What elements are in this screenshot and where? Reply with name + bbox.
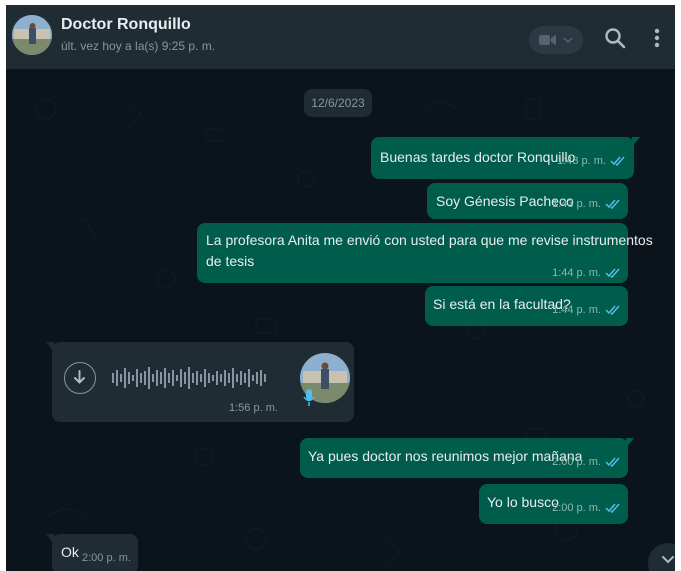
- outgoing-message[interactable]: La profesora Anita me envió con usted pa…: [197, 223, 653, 283]
- video-call-button[interactable]: [529, 26, 583, 54]
- read-receipt-icon: [605, 305, 620, 315]
- message-time: 2:00 p. m.: [82, 552, 131, 564]
- read-receipt-icon: [610, 156, 625, 166]
- search-icon: [605, 28, 626, 49]
- outgoing-message[interactable]: Yo lo busco 2:00 p. m.: [479, 484, 628, 524]
- bubble-tail: [46, 342, 54, 352]
- read-receipt-icon: [605, 457, 620, 467]
- menu-button[interactable]: [649, 25, 665, 51]
- download-voice-button[interactable]: [64, 362, 96, 394]
- message-meta: 1:44 p. m.: [552, 304, 621, 316]
- last-seen-status: últ. vez hoy a la(s) 9:25 p. m.: [61, 39, 216, 53]
- message-time: 1:44 p. m.: [552, 267, 601, 279]
- outgoing-message[interactable]: Ya pues doctor nos reunimos mejor mañana…: [300, 438, 634, 478]
- message-text: Buenas tardes doctor Ronquillo: [380, 149, 576, 165]
- read-receipt-icon: [605, 268, 620, 278]
- chat-header: Doctor Ronquillo últ. vez hoy a la(s) 9:…: [6, 5, 675, 69]
- message-time: 2:00 p. m.: [552, 502, 601, 514]
- message-time: 1:43 p. m.: [557, 155, 606, 167]
- message-time: 2:00 p. m.: [552, 456, 601, 468]
- message-text: Ok: [61, 544, 79, 560]
- message-text-line-1: La profesora Anita me envió con usted pa…: [206, 232, 653, 248]
- outgoing-message[interactable]: Buenas tardes doctor Ronquillo 1:43 p. m…: [371, 137, 640, 179]
- message-text-line-2: de tesis: [206, 253, 255, 269]
- message-time: 1:43 p. m.: [552, 198, 601, 210]
- incoming-message[interactable]: Ok 2:00 p. m.: [46, 534, 138, 571]
- menu-dots-icon: [654, 28, 660, 48]
- message-list[interactable]: 12/6/2023 Buenas tardes doctor Ronquillo…: [6, 69, 675, 571]
- bubble-tail: [632, 137, 640, 147]
- incoming-voice-message[interactable]: 1:56 p. m.: [46, 342, 354, 422]
- contact-name[interactable]: Doctor Ronquillo: [61, 16, 191, 34]
- download-icon: [74, 370, 85, 384]
- bubble-tail: [626, 438, 634, 448]
- message-meta: 1:43 p. m.: [552, 198, 621, 210]
- message-text: Yo lo busco: [487, 494, 559, 510]
- message-text: Ya pues doctor nos reunimos mejor mañana: [308, 448, 583, 464]
- video-call-icon: [539, 35, 556, 45]
- message-text: Si está en la facultad?: [433, 296, 571, 312]
- whatsapp-chat-window: Doctor Ronquillo últ. vez hoy a la(s) 9:…: [6, 5, 675, 571]
- search-button[interactable]: [602, 25, 628, 51]
- read-receipt-icon: [605, 503, 620, 513]
- outgoing-message[interactable]: Si está en la facultad? 1:44 p. m.: [425, 286, 628, 326]
- message-time: 1:56 p. m.: [229, 402, 278, 414]
- chevron-down-icon: [563, 37, 573, 43]
- voice-waveform[interactable]: [112, 364, 282, 392]
- message-time: 1:44 p. m.: [552, 304, 601, 316]
- message-meta: 1:44 p. m.: [552, 267, 621, 279]
- bubble-tail: [46, 534, 54, 544]
- microphone-icon: [303, 389, 315, 406]
- message-meta: 2:00 p. m.: [552, 502, 621, 514]
- message-meta: 2:00 p. m.: [552, 456, 621, 468]
- read-receipt-icon: [605, 199, 620, 209]
- chevron-down-icon: [662, 556, 674, 564]
- avatar-photo: [12, 15, 52, 55]
- message-meta: 1:43 p. m.: [557, 155, 626, 167]
- contact-avatar[interactable]: [12, 15, 52, 55]
- outgoing-message[interactable]: Soy Génesis Pacheco 1:43 p. m.: [427, 183, 628, 219]
- date-chip: 12/6/2023: [304, 89, 372, 117]
